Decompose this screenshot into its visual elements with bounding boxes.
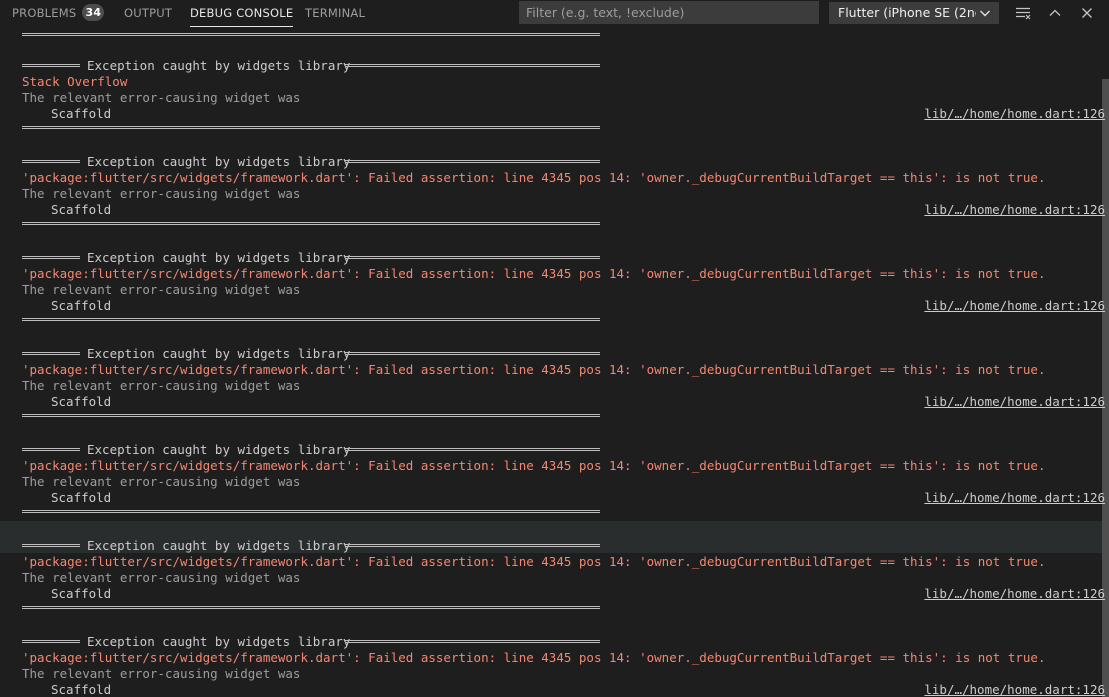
error-context-text: The relevant error-causing widget was	[22, 186, 301, 201]
separator	[22, 544, 80, 547]
separator	[345, 256, 600, 259]
exception-header: Exception caught by widgets library	[22, 250, 600, 266]
exception-header-text: Exception caught by widgets library	[87, 250, 351, 265]
widget-name: Scaffold	[51, 106, 112, 121]
separator	[345, 64, 600, 67]
source-link[interactable]: lib/…/home/home.dart:126	[924, 490, 1105, 506]
panel-header: PROBLEMS 34 OUTPUT DEBUG CONSOLE TERMINAL…	[0, 0, 1109, 27]
exception-header-text: Exception caught by widgets library	[87, 538, 351, 553]
exception-header-text: Exception caught by widgets library	[87, 634, 351, 649]
source-link[interactable]: lib/…/home/home.dart:126	[924, 586, 1105, 602]
source-link[interactable]: lib/…/home/home.dart:126	[924, 202, 1105, 218]
separator	[22, 414, 600, 417]
error-context-text: The relevant error-causing widget was	[22, 666, 301, 681]
separator	[22, 448, 80, 451]
tab-problems-label: PROBLEMS	[12, 6, 77, 20]
tab-output[interactable]: OUTPUT	[124, 0, 172, 27]
widget-name: Scaffold	[51, 202, 112, 217]
filter-input[interactable]	[519, 1, 819, 24]
separator	[345, 544, 600, 547]
error-context-text: The relevant error-causing widget was	[22, 282, 301, 297]
clear-console-icon[interactable]	[1014, 4, 1032, 22]
error-message: 'package:flutter/src/widgets/framework.d…	[22, 362, 1046, 377]
separator	[22, 318, 600, 321]
source-link[interactable]: lib/…/home/home.dart:126	[924, 298, 1105, 314]
error-message: 'package:flutter/src/widgets/framework.d…	[22, 458, 1046, 473]
error-message: 'package:flutter/src/widgets/framework.d…	[22, 170, 1046, 185]
exception-header: Exception caught by widgets library	[22, 346, 600, 362]
device-select-value: Flutter (iPhone SE (2nd ge	[838, 5, 976, 20]
separator	[22, 640, 80, 643]
problems-count-badge: 34	[82, 4, 105, 21]
tab-terminal-label: TERMINAL	[305, 6, 366, 20]
error-context-text: The relevant error-causing widget was	[22, 474, 301, 489]
tab-problems[interactable]: PROBLEMS 34	[12, 0, 105, 27]
error-message: 'package:flutter/src/widgets/framework.d…	[22, 266, 1046, 281]
tab-terminal[interactable]: TERMINAL	[305, 0, 365, 27]
error-context-text: The relevant error-causing widget was	[22, 378, 301, 393]
widget-name: Scaffold	[51, 298, 112, 313]
separator	[22, 64, 80, 67]
separator	[22, 352, 80, 355]
exception-header-text: Exception caught by widgets library	[87, 346, 351, 361]
separator	[345, 352, 600, 355]
exception-header: Exception caught by widgets library	[22, 58, 600, 74]
separator	[22, 256, 80, 259]
source-link[interactable]: lib/…/home/home.dart:126	[924, 106, 1105, 122]
tab-debug-console-label: DEBUG CONSOLE	[190, 6, 294, 20]
widget-name: Scaffold	[51, 682, 112, 697]
device-select[interactable]: Flutter (iPhone SE (2nd ge	[829, 2, 999, 24]
debug-console-output[interactable]: Exception caught by widgets library Stack…	[0, 27, 1109, 697]
separator	[22, 222, 600, 225]
exception-header: Exception caught by widgets library	[22, 442, 600, 458]
widget-name: Scaffold	[51, 394, 112, 409]
separator	[22, 160, 80, 163]
error-message: 'package:flutter/src/widgets/framework.d…	[22, 554, 1046, 569]
tab-output-label: OUTPUT	[124, 6, 173, 20]
separator	[22, 510, 600, 513]
tab-debug-console[interactable]: DEBUG CONSOLE	[190, 0, 294, 27]
exception-header: Exception caught by widgets library	[22, 154, 600, 170]
exception-header-text: Exception caught by widgets library	[87, 442, 351, 457]
error-message: 'package:flutter/src/widgets/framework.d…	[22, 650, 1046, 665]
close-panel-icon[interactable]	[1078, 4, 1096, 22]
widget-name: Scaffold	[51, 586, 112, 601]
separator	[345, 448, 600, 451]
separator	[345, 160, 600, 163]
error-context-text: The relevant error-causing widget was	[22, 90, 301, 105]
error-message: Stack Overflow	[22, 74, 128, 89]
maximize-panel-icon[interactable]	[1046, 4, 1064, 22]
exception-header: Exception caught by widgets library	[22, 634, 600, 650]
exception-header: Exception caught by widgets library	[22, 538, 600, 554]
source-link[interactable]: lib/…/home/home.dart:126	[924, 394, 1105, 410]
error-context-text: The relevant error-causing widget was	[22, 570, 301, 585]
separator	[345, 640, 600, 643]
separator	[22, 126, 600, 129]
source-link[interactable]: lib/…/home/home.dart:126	[924, 682, 1105, 697]
scrollbar-thumb[interactable]	[1102, 79, 1109, 697]
chevron-down-icon	[980, 10, 990, 17]
separator	[22, 606, 600, 609]
widget-name: Scaffold	[51, 490, 112, 505]
exception-header-text: Exception caught by widgets library	[87, 154, 351, 169]
exception-header-text: Exception caught by widgets library	[87, 58, 351, 73]
separator	[22, 33, 600, 36]
